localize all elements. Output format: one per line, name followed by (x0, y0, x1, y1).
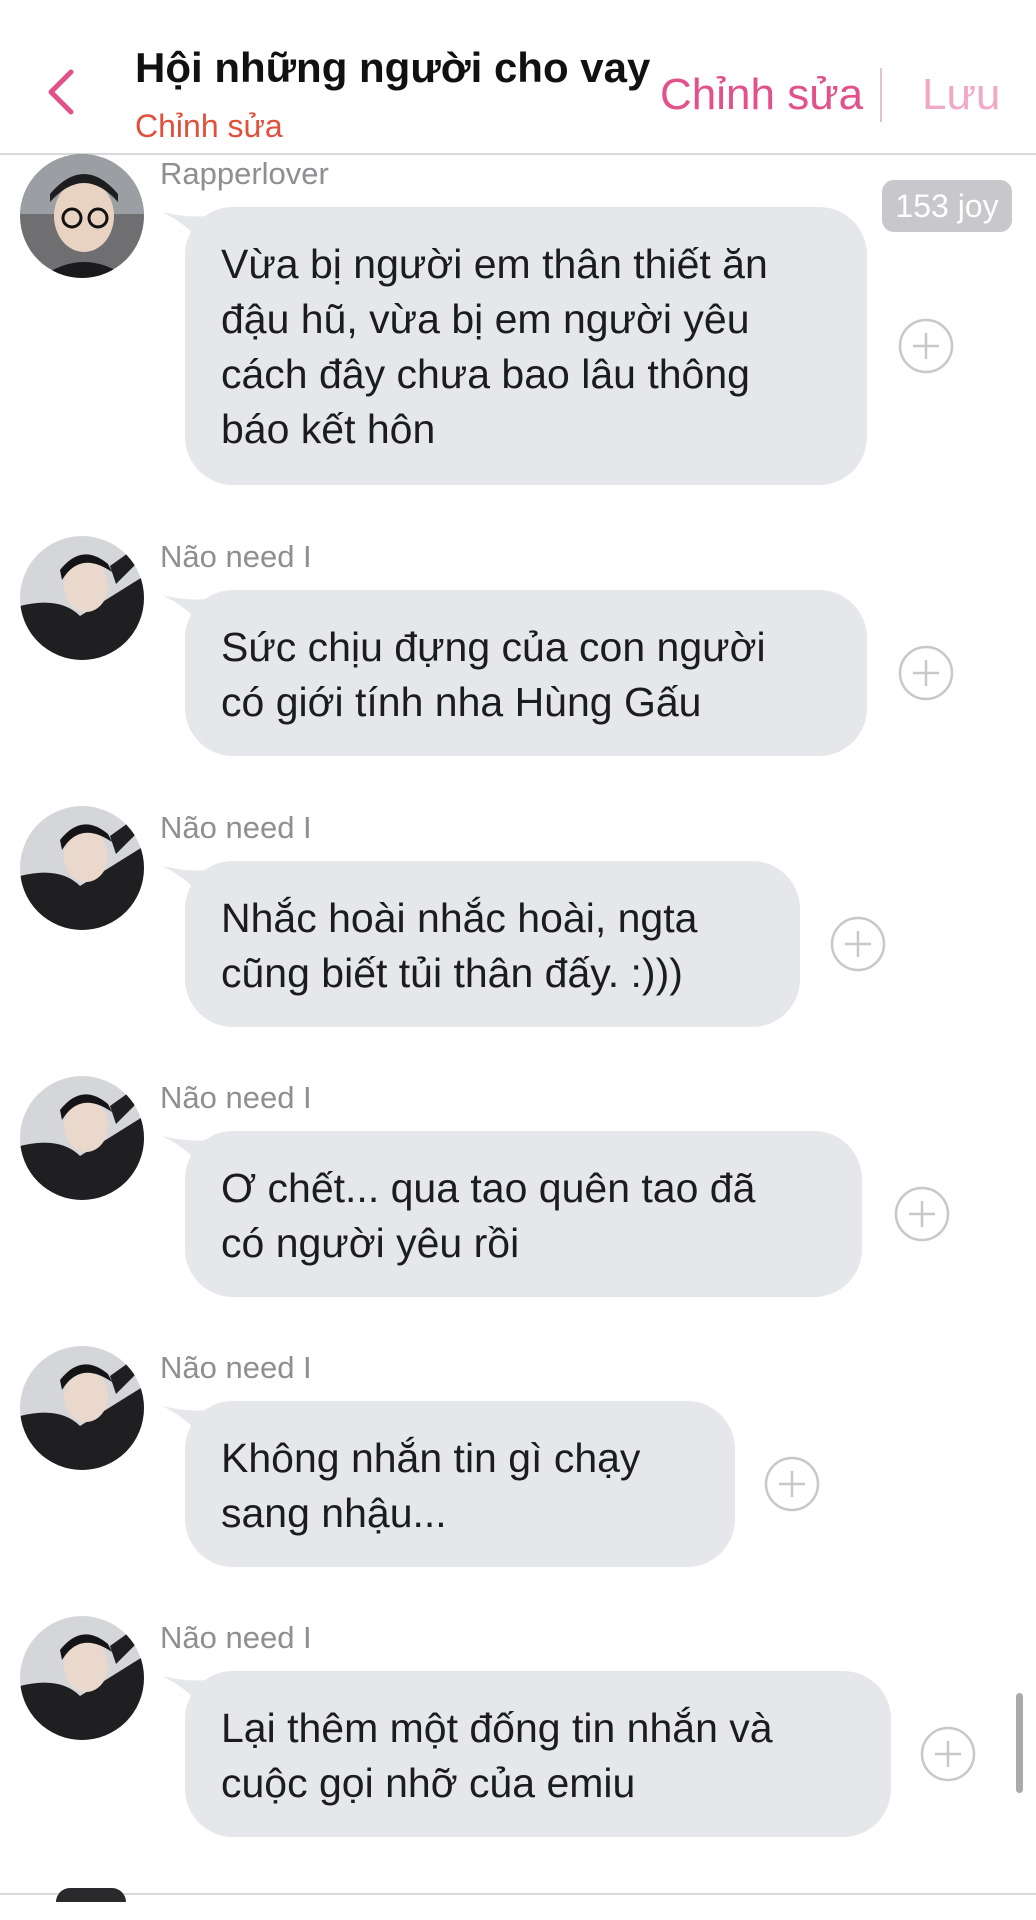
message-line: đậu hũ, vừa bị em người yêu (221, 296, 750, 342)
group-title: Hội những người cho vay (135, 44, 651, 91)
message-bubble[interactable]: Nhắc hoài nhắc hoài, ngta cũng biết tủi … (185, 861, 800, 1027)
message-bubble[interactable]: Lại thêm một đống tin nhắn và cuộc gọi n… (185, 1671, 891, 1837)
sender-name: Não need I (160, 1080, 312, 1115)
scroll-indicator[interactable] (1016, 1693, 1023, 1793)
bottom-divider (0, 1893, 1036, 1895)
message-line: cũng biết tủi thân đấy. :))) (221, 950, 683, 996)
message-line: Không nhắn tin gì chạy (221, 1435, 641, 1481)
message-bubble[interactable]: Vừa bị người em thân thiết ăn đậu hũ, vừ… (185, 207, 867, 485)
message-bubble[interactable]: Không nhắn tin gì chạy sang nhậu... (185, 1401, 735, 1567)
header-divider (880, 68, 882, 122)
avatar[interactable] (20, 536, 144, 660)
message-bubble[interactable]: Ơ chết... qua tao quên tao đã có người y… (185, 1131, 862, 1297)
message-line: Lại thêm một đống tin nhắn và (221, 1705, 773, 1751)
sender-name: Rapperlover (160, 156, 329, 191)
add-reaction-icon[interactable] (894, 1186, 950, 1242)
message-line: Nhắc hoài nhắc hoài, ngta (221, 895, 698, 941)
message-line: có người yêu rồi (221, 1220, 520, 1266)
avatar[interactable] (20, 154, 144, 278)
sender-name: Não need I (160, 539, 312, 574)
message-line: cách đây chưa bao lâu thông (221, 351, 750, 397)
sender-name: Não need I (160, 1350, 312, 1385)
add-reaction-icon[interactable] (830, 916, 886, 972)
group-subtitle[interactable]: Chỉnh sửa (135, 108, 283, 145)
message-line: có giới tính nha Hùng Gấu (221, 679, 702, 725)
add-reaction-icon[interactable] (764, 1456, 820, 1512)
back-button[interactable] (38, 62, 82, 122)
sender-name: Não need I (160, 810, 312, 845)
save-button[interactable]: Lưu (922, 70, 1000, 120)
add-reaction-icon[interactable] (920, 1726, 976, 1782)
chevron-left-icon (48, 69, 74, 115)
chat-header: Hội những người cho vay Chỉnh sửa Chỉnh … (0, 0, 1036, 155)
avatar[interactable] (20, 806, 144, 930)
avatar[interactable] (20, 1616, 144, 1740)
message-line: báo kết hôn (221, 406, 436, 452)
message-line: cuộc gọi nhỡ của emiu (221, 1760, 636, 1806)
message-bubble[interactable]: Sức chịu đựng của con người có giới tính… (185, 590, 867, 756)
message-line: Ơ chết... qua tao quên tao đã (221, 1165, 756, 1211)
edit-button[interactable]: Chỉnh sửa (660, 70, 863, 120)
avatar[interactable] (20, 1346, 144, 1470)
sender-name: Não need I (160, 1620, 312, 1655)
message-line: sang nhậu... (221, 1490, 447, 1536)
avatar[interactable] (56, 1888, 126, 1902)
avatar[interactable] (20, 1076, 144, 1200)
add-reaction-icon[interactable] (898, 645, 954, 701)
message-line: Sức chịu đựng của con người (221, 624, 766, 670)
message-line: Vừa bị người em thân thiết ăn (221, 241, 768, 287)
joy-badge: 153 joy (882, 180, 1012, 232)
add-reaction-icon[interactable] (898, 318, 954, 374)
